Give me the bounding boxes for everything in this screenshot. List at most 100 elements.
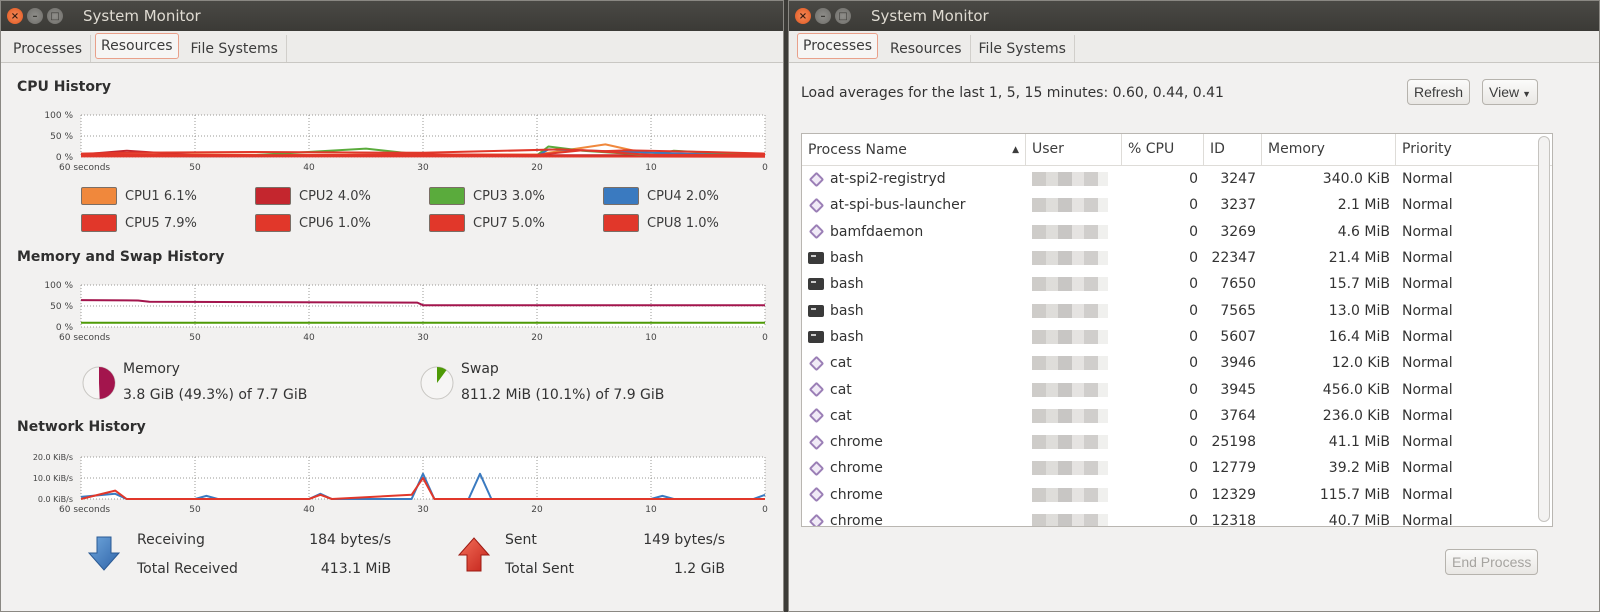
title-bar: × – □ System Monitor [1, 1, 783, 31]
color-swatch[interactable] [255, 187, 291, 205]
id-cell: 3945 [1220, 381, 1256, 398]
sent-arrow-icon[interactable] [457, 535, 491, 573]
table-header: Process Name ▲ User % CPU ID Memory Prior… [802, 134, 1552, 166]
table-row[interactable]: at-spi-bus-launcher 0 3237 2.1 MiB Normal [802, 192, 1552, 218]
table-row[interactable]: cat 0 3945 456.0 KiB Normal [802, 376, 1552, 402]
table-body: at-spi2-registryd 0 3247 340.0 KiB Normal at-… [802, 166, 1552, 527]
memory-cell: 21.4 MiB [1328, 250, 1390, 267]
column-header-user[interactable]: User [1026, 134, 1122, 165]
priority-cell: Normal [1402, 223, 1453, 240]
priority-cell: Normal [1402, 513, 1453, 527]
load-averages-text: Load averages for the last 1, 5, 15 minu… [801, 85, 1224, 101]
column-header-process-name[interactable]: Process Name ▲ [802, 134, 1026, 165]
process-name: chrome [830, 434, 883, 451]
process-name: bamfdaemon [830, 223, 924, 240]
system-monitor-window-processes: × – □ System Monitor Processes Resources… [788, 0, 1600, 612]
process-name: bash [830, 250, 864, 267]
y-tick-label: 0 % [56, 153, 74, 163]
color-swatch[interactable] [81, 187, 117, 205]
table-row[interactable]: bash 0 7565 13.0 MiB Normal [802, 297, 1552, 323]
tab-file-systems[interactable]: File Systems [183, 35, 287, 62]
tab-resources[interactable]: Resources [95, 33, 179, 59]
sort-ascending-icon: ▲ [1012, 144, 1019, 155]
process-icon [808, 223, 824, 240]
table-row[interactable]: chrome 0 12779 39.2 MiB Normal [802, 455, 1552, 481]
x-tick-label: 20 [531, 163, 543, 173]
id-cell: 3247 [1220, 171, 1256, 188]
receiving-arrow-icon[interactable] [87, 535, 121, 573]
cpu-cell: 0 [1189, 407, 1198, 424]
swap-pie-icon[interactable] [419, 365, 455, 401]
cpu-legend-item[interactable]: CPU3 3.0% [429, 187, 545, 205]
color-swatch[interactable] [603, 214, 639, 232]
maximize-window-button[interactable]: □ [835, 8, 851, 24]
cpu-legend-item[interactable]: CPU8 1.0% [603, 214, 719, 232]
network-history-title: Network History [17, 419, 146, 435]
close-window-button[interactable]: × [7, 8, 23, 24]
vertical-scrollbar[interactable] [1538, 136, 1550, 522]
cpu-cell: 0 [1189, 434, 1198, 451]
cpu-cell: 0 [1189, 197, 1198, 214]
cpu-legend-item[interactable]: CPU1 6.1% [81, 187, 197, 205]
column-header-cpu[interactable]: % CPU [1122, 134, 1204, 165]
cpu-legend-item[interactable]: CPU6 1.0% [255, 214, 371, 232]
process-icon [808, 408, 824, 424]
priority-cell: Normal [1402, 407, 1453, 424]
close-window-button[interactable]: × [795, 8, 811, 24]
cpu-percent: 1.0% [337, 215, 371, 231]
minimize-window-button[interactable]: – [27, 8, 43, 24]
table-row[interactable]: at-spi2-registryd 0 3247 340.0 KiB Normal [802, 166, 1552, 192]
table-row[interactable]: bash 0 22347 21.4 MiB Normal [802, 245, 1552, 271]
priority-cell: Normal [1402, 197, 1453, 214]
cpu-cell: 0 [1189, 381, 1198, 398]
cpu-legend-item[interactable]: CPU4 2.0% [603, 187, 719, 205]
x-tick-label: 30 [417, 163, 429, 173]
table-row[interactable]: chrome 0 25198 41.1 MiB Normal [802, 429, 1552, 455]
user-redacted [1032, 487, 1108, 502]
color-swatch[interactable] [603, 187, 639, 205]
priority-cell: Normal [1402, 434, 1453, 451]
memory-cell: 236.0 KiB [1322, 407, 1390, 424]
process-table: Process Name ▲ User % CPU ID Memory Prior… [801, 133, 1553, 527]
cpu-legend-item[interactable]: CPU2 4.0% [255, 187, 371, 205]
memory-pie-icon[interactable] [81, 365, 117, 401]
terminal-icon [808, 303, 824, 319]
column-header-id[interactable]: ID [1204, 134, 1262, 165]
table-row[interactable]: bamfdaemon 0 3269 4.6 MiB Normal [802, 219, 1552, 245]
table-row[interactable]: cat 0 3764 236.0 KiB Normal [802, 403, 1552, 429]
x-tick-label: 10 [645, 505, 657, 515]
color-swatch[interactable] [255, 214, 291, 232]
table-row[interactable]: bash 0 7650 15.7 MiB Normal [802, 271, 1552, 297]
color-swatch[interactable] [429, 214, 465, 232]
color-swatch[interactable] [81, 214, 117, 232]
memory-cell: 4.6 MiB [1337, 223, 1390, 240]
memory-cell: 16.4 MiB [1328, 328, 1390, 345]
table-row[interactable]: cat 0 3946 12.0 KiB Normal [802, 350, 1552, 376]
tab-processes[interactable]: Processes [797, 33, 879, 59]
view-menu-button[interactable]: View ▼ [1482, 79, 1539, 105]
table-row[interactable]: chrome 0 12318 40.7 MiB Normal [802, 508, 1552, 527]
x-tick-label: 10 [645, 333, 657, 343]
end-process-button[interactable]: End Process [1445, 549, 1539, 575]
cpu-cell: 0 [1189, 513, 1198, 527]
memory-label: Memory [123, 361, 180, 377]
table-row[interactable]: chrome 0 12329 115.7 MiB Normal [802, 482, 1552, 508]
tab-file-systems[interactable]: File Systems [971, 35, 1075, 62]
process-name: bash [830, 302, 864, 319]
process-name: chrome [830, 460, 883, 477]
tab-processes[interactable]: Processes [5, 35, 92, 62]
column-header-priority[interactable]: Priority [1396, 134, 1536, 165]
maximize-window-button[interactable]: □ [47, 8, 63, 24]
tab-resources[interactable]: Resources [882, 35, 971, 62]
column-header-memory[interactable]: Memory [1262, 134, 1396, 165]
maximize-icon: □ [838, 10, 848, 22]
id-cell: 12779 [1211, 460, 1256, 477]
table-row[interactable]: bash 0 5607 16.4 MiB Normal [802, 324, 1552, 350]
cpu-legend-item[interactable]: CPU7 5.0% [429, 214, 545, 232]
refresh-button[interactable]: Refresh [1407, 79, 1471, 105]
cpu-legend-item[interactable]: CPU5 7.9% [81, 214, 197, 232]
color-swatch[interactable] [429, 187, 465, 205]
priority-cell: Normal [1402, 355, 1453, 372]
cpu-percent: 5.0% [511, 215, 545, 231]
minimize-window-button[interactable]: – [815, 8, 831, 24]
